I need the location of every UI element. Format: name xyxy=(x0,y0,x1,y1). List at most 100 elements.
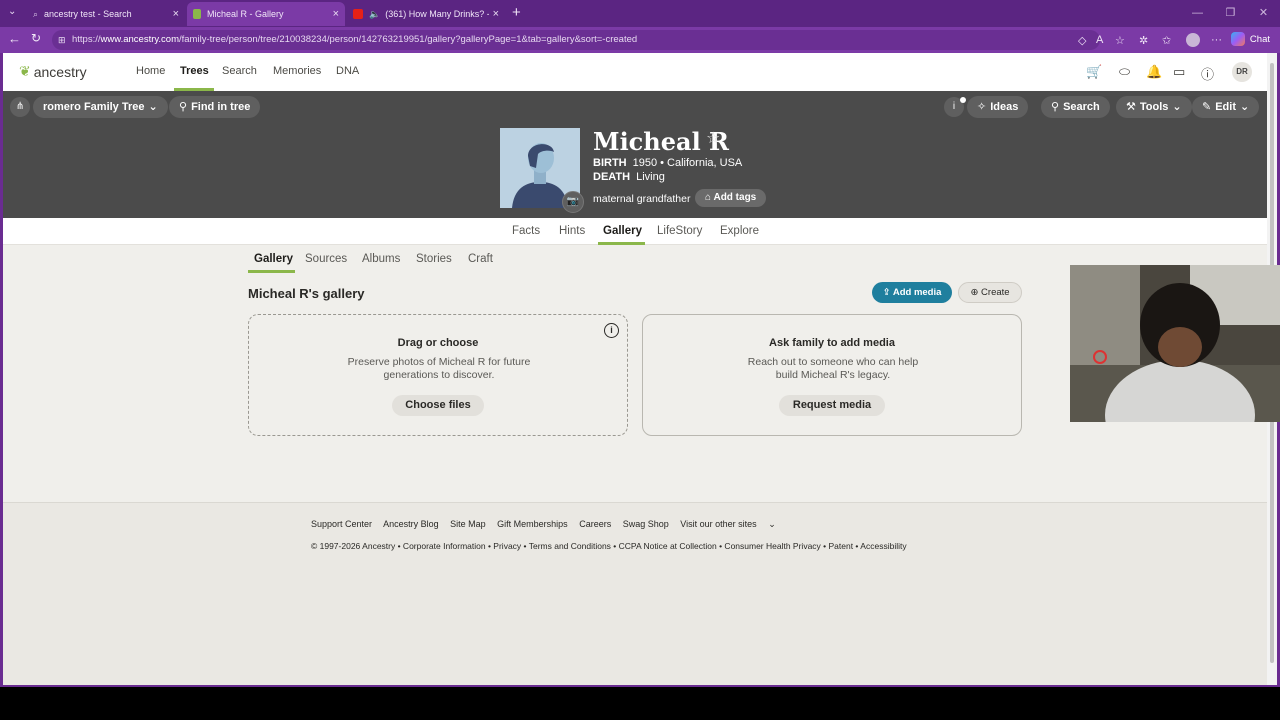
speaker-icon[interactable]: 🔈 xyxy=(369,9,380,20)
request-media-button[interactable]: Request media xyxy=(779,395,885,416)
add-tags-label: Add tags xyxy=(713,192,757,203)
logo-text: ancestry xyxy=(33,63,87,80)
ancestry-logo[interactable]: ❦ ancestry xyxy=(19,63,87,80)
footer-link[interactable]: Ancestry Blog xyxy=(383,519,439,529)
tree-view-icon[interactable]: ⋔ xyxy=(10,97,30,117)
back-icon[interactable]: ← xyxy=(8,31,21,46)
browser-tab-gallery[interactable]: Micheal R - Gallery × xyxy=(187,2,345,26)
url-path: /family-tree/person/tree/210038234/perso… xyxy=(179,34,638,45)
read-aloud-icon[interactable]: A xyxy=(1096,34,1103,46)
footer-link[interactable]: Gift Memberships xyxy=(497,519,568,529)
add-media-label: Add media xyxy=(892,287,942,298)
add-media-button[interactable]: ⇪ Add media xyxy=(872,282,952,303)
find-in-tree-label: Find in tree xyxy=(191,101,251,113)
more-menu-icon[interactable]: ··· xyxy=(1211,34,1222,46)
chevron-down-icon: ⌄ xyxy=(768,519,776,529)
nav-trees[interactable]: Trees xyxy=(180,65,209,77)
death-info: DEATH Living xyxy=(593,171,665,183)
person-header: ⋔ romero Family Tree ⌄ ⚲ Find in tree i … xyxy=(3,91,1267,218)
nav-home[interactable]: Home xyxy=(136,65,165,77)
close-window-icon[interactable]: ✕ xyxy=(1247,0,1280,27)
browser-tab-youtube[interactable]: 🔈 (361) How Many Drinks? - Yo × xyxy=(347,2,505,26)
ancestry-leaf-icon xyxy=(193,9,201,19)
drop-zone-card[interactable]: i Drag or choose Preserve photos of Mich… xyxy=(248,314,628,436)
tag-icon[interactable]: ◇ xyxy=(1078,34,1086,47)
notifications-bell-icon[interactable]: 🔔 xyxy=(1146,64,1162,80)
subtab-craft[interactable]: Craft xyxy=(468,253,493,265)
site-info-icon[interactable]: ⊞ xyxy=(58,30,66,50)
footer-link[interactable]: Site Map xyxy=(450,519,486,529)
find-in-tree-button[interactable]: ⚲ Find in tree xyxy=(169,96,261,118)
footer-link[interactable]: Swag Shop xyxy=(623,519,669,529)
footer-link-other-sites[interactable]: Visit our other sites ⌄ xyxy=(680,519,784,529)
find-person-icon: ⚲ xyxy=(179,101,188,113)
ideas-button[interactable]: ✧ Ideas xyxy=(967,96,1029,118)
subtab-stories[interactable]: Stories xyxy=(416,253,452,265)
ideas-label: Ideas xyxy=(990,101,1019,113)
create-label: Create xyxy=(981,287,1010,298)
url-prefix: https:// xyxy=(72,34,101,45)
star-icon[interactable]: ☆ xyxy=(706,128,720,148)
help-icon[interactable]: ⓘ xyxy=(1201,64,1214,83)
footer-link[interactable]: Support Center xyxy=(311,519,372,529)
nav-search[interactable]: Search xyxy=(222,65,257,77)
tree-selector-button[interactable]: romero Family Tree ⌄ xyxy=(33,96,168,118)
browser-tab-search[interactable]: ⌕ ancestry test - Search × xyxy=(27,2,185,26)
url-field[interactable]: ⊞ https://www.ancestry.com/family-tree/p… xyxy=(52,30,1100,50)
search-icon: ⌕ xyxy=(33,8,39,19)
nav-dna[interactable]: DNA xyxy=(336,65,359,77)
tab-title: Micheal R - Gallery xyxy=(207,9,284,19)
messages-icon[interactable]: ▭ xyxy=(1173,64,1185,80)
nav-memories[interactable]: Memories xyxy=(273,65,321,77)
drop-card-text: Preserve photos of Micheal R for future … xyxy=(347,356,531,381)
tab-title: (361) How Many Drinks? - Yo xyxy=(385,9,489,19)
favorites-icon[interactable]: ✩ xyxy=(1162,34,1171,47)
tab-hints[interactable]: Hints xyxy=(559,225,585,237)
maximize-icon[interactable]: ❐ xyxy=(1214,0,1247,27)
subtab-albums[interactable]: Albums xyxy=(362,253,400,265)
new-tab-icon[interactable]: + xyxy=(512,4,521,21)
user-avatar[interactable]: DR xyxy=(1232,62,1252,82)
add-tags-button[interactable]: ⌂ Add tags xyxy=(695,189,767,207)
tab-list-chevron-icon[interactable]: ⌄ xyxy=(8,6,16,17)
close-icon[interactable]: × xyxy=(493,8,499,20)
person-search-button[interactable]: ⚲ Search xyxy=(1041,96,1110,118)
subtab-sources[interactable]: Sources xyxy=(305,253,347,265)
refresh-icon[interactable]: ↻ xyxy=(31,31,41,45)
browser-window: ⌄ ⌕ ancestry test - Search × Micheal R -… xyxy=(0,0,1280,687)
active-tab-underline xyxy=(598,242,645,245)
tools-label: Tools xyxy=(1139,101,1169,113)
choose-files-button[interactable]: Choose files xyxy=(392,395,484,416)
sparkle-icon: ✧ xyxy=(977,101,987,113)
hints-leaf-icon[interactable]: ⬭ xyxy=(1119,64,1130,80)
extensions-icon[interactable]: ✲ xyxy=(1139,34,1148,47)
relationship-label: maternal grandfather xyxy=(593,193,691,205)
tab-gallery[interactable]: Gallery xyxy=(603,225,642,237)
close-icon[interactable]: × xyxy=(333,8,339,20)
edit-button[interactable]: ✎ Edit ⌄ xyxy=(1192,96,1260,118)
site-footer: Support Center Ancestry Blog Site Map Gi… xyxy=(3,502,1267,685)
youtube-icon xyxy=(353,9,363,19)
create-button[interactable]: ⊕ Create xyxy=(958,282,1022,303)
plus-circle-icon: ⊕ xyxy=(970,287,979,298)
profile-avatar[interactable] xyxy=(1186,33,1200,47)
footer-link[interactable]: Careers xyxy=(579,519,611,529)
info-icon[interactable]: i xyxy=(604,323,619,338)
copilot-chat-button[interactable]: Chat xyxy=(1230,32,1270,46)
favorite-star-icon[interactable]: ☆ xyxy=(1115,34,1125,47)
tab-explore[interactable]: Explore xyxy=(720,225,759,237)
minimize-icon[interactable]: — xyxy=(1181,0,1214,27)
tab-lifestory[interactable]: LifeStory xyxy=(657,225,702,237)
birth-value: 1950 • California, USA xyxy=(632,157,743,169)
gallery-title: Micheal R's gallery xyxy=(248,286,365,301)
subtab-gallery[interactable]: Gallery xyxy=(254,253,293,265)
camera-icon[interactable]: 📷 xyxy=(562,191,584,213)
tab-facts[interactable]: Facts xyxy=(512,225,540,237)
close-icon[interactable]: × xyxy=(173,8,179,20)
tab-strip: ⌄ ⌕ ancestry test - Search × Micheal R -… xyxy=(0,0,1280,27)
ask-card-title: Ask family to add media xyxy=(769,337,895,349)
search-label: Search xyxy=(1063,101,1100,113)
tools-button[interactable]: ⚒ Tools ⌄ xyxy=(1116,96,1192,118)
url-host: www.ancestry.com xyxy=(100,34,179,45)
cart-icon[interactable]: 🛒 xyxy=(1086,64,1102,80)
